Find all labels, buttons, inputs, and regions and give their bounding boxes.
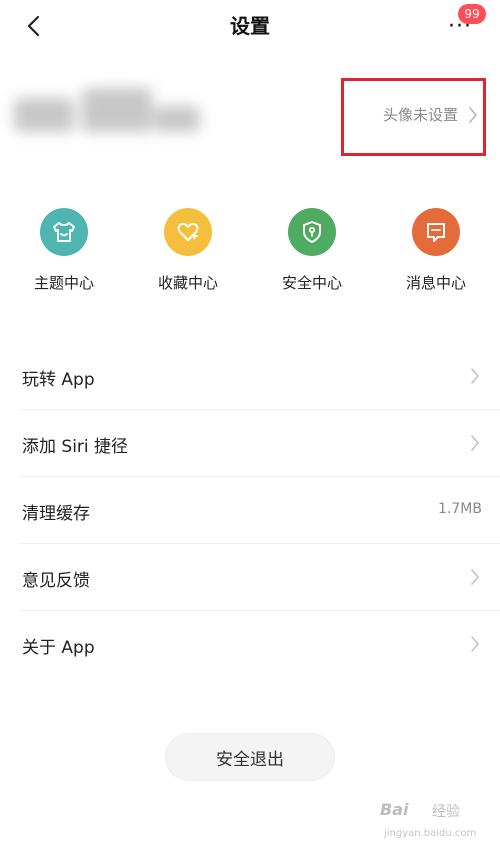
menu-item-clear-cache[interactable]: 清理缓存 1.7MB: [20, 477, 500, 544]
shortcut-security-center[interactable]: 安全中心: [262, 208, 362, 293]
menu-item-label: 意见反馈: [22, 571, 90, 591]
menu-item-feedback[interactable]: 意见反馈: [20, 544, 500, 611]
more-button[interactable]: ··· 99: [442, 4, 492, 40]
shield-icon: [288, 208, 336, 256]
watermark-brand: 经验: [432, 804, 460, 820]
menu-item-label: 关于 App: [22, 638, 95, 658]
menu-item-play-app[interactable]: 玩转 App: [20, 343, 500, 410]
chevron-right-icon: [471, 435, 479, 451]
logout-button[interactable]: 安全退出: [165, 733, 335, 781]
shortcut-label: 安全中心: [281, 274, 342, 292]
menu-item-label: 清理缓存: [22, 504, 90, 524]
heart-icon: [164, 208, 212, 256]
notification-badge: 99: [458, 4, 486, 24]
shortcut-message-center[interactable]: 消息中心: [386, 208, 486, 293]
shortcut-label: 收藏中心: [157, 274, 218, 292]
shortcut-label: 消息中心: [405, 274, 466, 292]
message-icon: [412, 208, 460, 256]
menu-item-label: 玩转 App: [22, 370, 95, 390]
watermark: Bai 经验 jingyan.baidu.com: [380, 800, 490, 848]
shortcut-theme-center[interactable]: 主题中心: [14, 208, 114, 293]
menu-item-label: 添加 Siri 捷径: [22, 437, 129, 457]
menu-item-about-app[interactable]: 关于 App: [20, 611, 500, 677]
chevron-right-icon: [471, 368, 479, 384]
blurred-username: [4, 80, 214, 148]
nav-bar: 设置 ··· 99: [0, 0, 500, 52]
shortcut-grid: 主题中心 收藏中心 安全中心 消息中心: [0, 208, 500, 308]
page-title: 设置: [230, 14, 270, 38]
watermark-logo: Bai: [380, 800, 409, 819]
settings-list: 玩转 App 添加 Siri 捷径 清理缓存 1.7MB 意见反馈 关于 App: [0, 343, 500, 677]
shirt-icon: [40, 208, 88, 256]
cache-size-value: 1.7MB: [438, 501, 482, 517]
shortcut-label: 主题中心: [33, 274, 94, 292]
annotation-highlight-box: [341, 78, 486, 156]
chevron-right-icon: [471, 569, 479, 585]
watermark-url: jingyan.baidu.com: [384, 828, 477, 839]
menu-item-add-siri-shortcut[interactable]: 添加 Siri 捷径: [20, 410, 500, 477]
chevron-right-icon: [471, 636, 479, 652]
shortcut-favorites-center[interactable]: 收藏中心: [138, 208, 238, 293]
